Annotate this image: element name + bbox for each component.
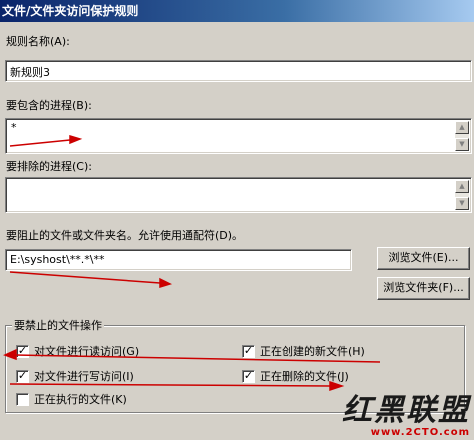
watermark-brand: 红黑联盟	[342, 393, 470, 428]
exclude-processes-scrollbar[interactable]: ▲ ▼	[455, 180, 469, 210]
checkbox-execute-file[interactable]: 正在执行的文件(K)	[16, 391, 127, 407]
operations-title: 要禁止的文件操作	[12, 317, 104, 333]
up-arrow-icon[interactable]: ▲	[455, 180, 469, 193]
include-processes-input[interactable]: * ▲ ▼	[5, 118, 472, 154]
include-processes-value: *	[11, 121, 17, 134]
checkmark-icon[interactable]: ✓	[242, 344, 255, 358]
checkbox-create-file-label: 正在创建的新文件(H)	[260, 345, 365, 358]
blocked-path-label: 要阻止的文件或文件夹名。允许使用通配符(D)。	[6, 229, 244, 242]
browse-folder-button[interactable]: 浏览文件夹(F)...	[377, 277, 470, 300]
checkmark-icon[interactable]: ✓	[16, 344, 29, 358]
watermark: 红黑联盟 www.2CTO.com	[342, 393, 470, 439]
red-arrow-annotation	[9, 271, 173, 289]
watermark-url: www.2CTO.com	[370, 427, 470, 438]
rule-name-label: 规则名称(A):	[6, 35, 70, 48]
checkbox-create-file[interactable]: ✓ 正在创建的新文件(H)	[242, 343, 365, 359]
include-processes-label: 要包含的进程(B):	[6, 99, 92, 112]
rule-name-input[interactable]: 新规则3	[5, 60, 472, 82]
down-arrow-icon[interactable]: ▼	[455, 138, 469, 151]
checkmark-icon[interactable]: ✓	[242, 369, 255, 383]
checkbox-empty-box[interactable]	[16, 392, 29, 406]
down-arrow-icon[interactable]: ▼	[455, 197, 469, 210]
checkbox-read-access-label: 对文件进行读访问(G)	[34, 345, 140, 358]
include-processes-scrollbar[interactable]: ▲ ▼	[455, 121, 469, 151]
browse-file-button[interactable]: 浏览文件(E)...	[377, 247, 470, 270]
checkbox-delete-file[interactable]: ✓ 正在删除的文件(J)	[242, 368, 349, 384]
exclude-processes-label: 要排除的进程(C):	[6, 160, 92, 173]
checkbox-execute-file-label: 正在执行的文件(K)	[34, 393, 127, 406]
checkbox-delete-file-label: 正在删除的文件(J)	[260, 370, 349, 383]
checkbox-read-access[interactable]: ✓ 对文件进行读访问(G)	[16, 343, 139, 359]
exclude-processes-input[interactable]: ▲ ▼	[5, 177, 472, 213]
checkmark-icon[interactable]: ✓	[16, 369, 29, 383]
checkbox-write-access[interactable]: ✓ 对文件进行写访问(I)	[16, 368, 134, 384]
blocked-path-input[interactable]: E:\syshost\**.*\**	[5, 249, 352, 271]
window-title: 文件/文件夹访问保护规则	[0, 0, 474, 22]
up-arrow-icon[interactable]: ▲	[455, 121, 469, 134]
checkbox-write-access-label: 对文件进行写访问(I)	[34, 370, 134, 383]
